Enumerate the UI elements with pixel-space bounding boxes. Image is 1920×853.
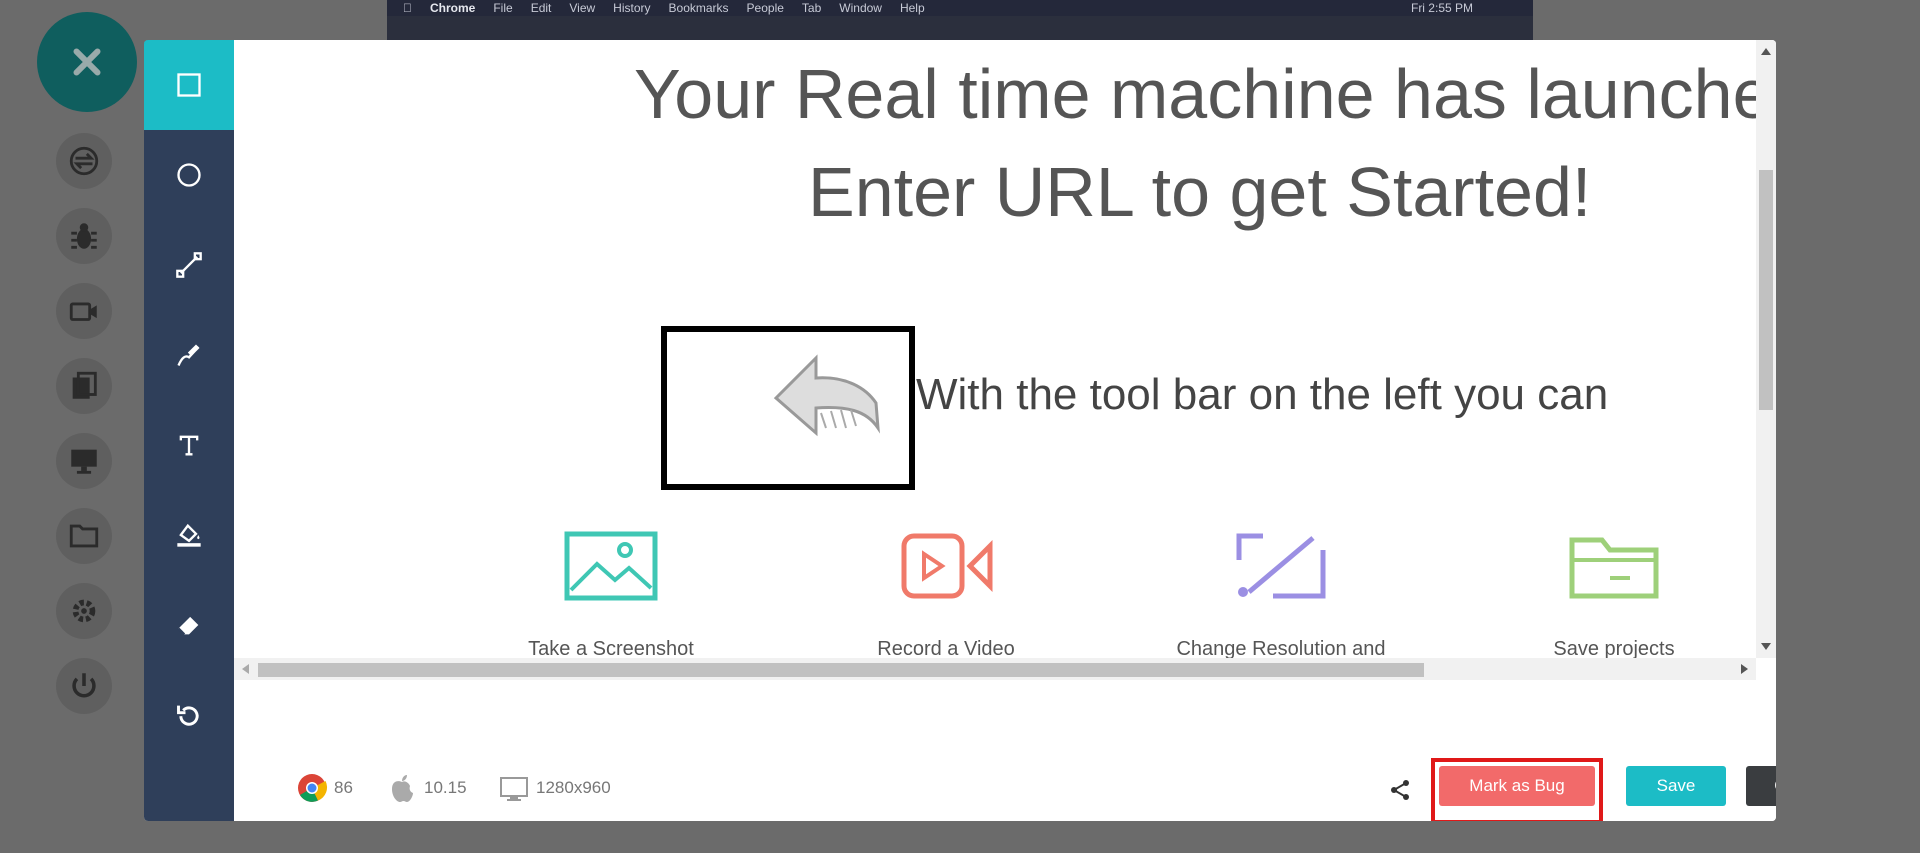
apple-icon: 	[403, 1, 412, 15]
curved-arrow-icon	[773, 354, 880, 437]
horizontal-scroll-thumb[interactable]	[258, 663, 1424, 677]
menubar-people: People	[737, 1, 784, 15]
pen-icon	[177, 344, 200, 366]
screenshot-canvas[interactable]: Your Real time machine has launched Ente…	[234, 40, 1776, 680]
tool-circle[interactable]	[144, 130, 234, 220]
tool-undo[interactable]	[144, 670, 234, 760]
os-version-info: 10.15	[386, 772, 467, 804]
scroll-right-icon[interactable]	[1741, 664, 1748, 674]
vertical-scrollbar[interactable]	[1756, 40, 1776, 658]
save-button[interactable]: Save	[1626, 766, 1726, 806]
folder-icon	[69, 524, 99, 548]
rectangle-icon	[177, 73, 201, 97]
menubar-tab: Tab	[792, 1, 821, 15]
toolbar-hint-text: With the tool bar on the left you can	[916, 370, 1609, 419]
menubar-help: Help	[890, 1, 925, 15]
screenshot-editor-modal: Your Real time machine has launched Ente…	[144, 40, 1776, 821]
feature-screenshot: Take a Screenshot	[501, 530, 721, 661]
resolution-icon	[1236, 533, 1326, 599]
share-icon	[1391, 780, 1409, 800]
browser-tabstrip	[387, 16, 1533, 42]
copy-button[interactable]	[56, 358, 112, 414]
scroll-down-icon[interactable]	[1761, 643, 1771, 650]
browser-version: 86	[334, 778, 353, 797]
line-icon	[176, 252, 202, 278]
page-headline: Your Real time machine has launched	[634, 55, 1776, 133]
menubar-edit: Edit	[521, 1, 552, 15]
menubar-app: Chrome	[421, 1, 475, 15]
circle-icon	[177, 163, 201, 187]
tool-pen[interactable]	[144, 310, 234, 400]
undo-icon	[177, 705, 199, 726]
editor-footer: 86 10.15 1280x960 Mark as Bug Save	[234, 680, 1776, 821]
mac-menubar:  Chrome File Edit View History Bookmark…	[387, 0, 1533, 16]
vertical-scroll-thumb[interactable]	[1759, 170, 1773, 410]
page-subheadline: Enter URL to get Started!	[808, 153, 1592, 231]
gear-icon	[72, 599, 96, 623]
annotation-tool-rail	[144, 40, 234, 821]
folder-button[interactable]	[56, 508, 112, 564]
feature-video: Record a Video	[836, 530, 1056, 661]
monitor-icon	[71, 449, 97, 474]
power-button[interactable]	[56, 658, 112, 714]
power-icon	[72, 673, 96, 698]
video-icon	[69, 302, 97, 321]
eraser-icon	[177, 616, 199, 636]
horizontal-scrollbar[interactable]	[234, 658, 1756, 680]
video-icon	[901, 533, 993, 599]
copy-icon	[72, 371, 97, 399]
os-version: 10.15	[424, 778, 467, 797]
scroll-up-icon[interactable]	[1761, 48, 1771, 55]
folder-icon	[1569, 537, 1659, 599]
tool-eraser[interactable]	[144, 580, 234, 670]
mark-as-bug-button[interactable]: Mark as Bug	[1439, 766, 1595, 806]
menubar-view: View	[560, 1, 595, 15]
tool-line[interactable]	[144, 220, 234, 310]
settings-button[interactable]	[56, 583, 112, 639]
close-button[interactable]: Close	[1746, 766, 1776, 806]
bug-icon	[71, 223, 97, 249]
fill-icon	[177, 523, 201, 547]
feature-save: Save projects	[1504, 530, 1724, 661]
close-session-button[interactable]	[37, 12, 137, 112]
browser-version-info: 86	[296, 772, 353, 804]
bug-button[interactable]	[56, 208, 112, 264]
apple-icon	[392, 775, 413, 802]
text-icon	[179, 435, 199, 456]
resolution-icon	[500, 777, 528, 801]
close-icon	[73, 48, 101, 76]
menubar-window: Window	[830, 1, 882, 15]
tool-text[interactable]	[144, 400, 234, 490]
video-button[interactable]	[56, 283, 112, 339]
scroll-left-icon[interactable]	[242, 664, 249, 674]
share-button[interactable]	[1384, 774, 1416, 806]
menubar-clock: Fri 2:55 PM	[1410, 1, 1473, 15]
resolution-info: 1280x960	[498, 772, 611, 804]
feature-resolution: Change Resolution and	[1171, 530, 1391, 661]
tool-fill[interactable]	[144, 490, 234, 580]
switch-icon	[69, 146, 99, 176]
chrome-icon	[298, 774, 328, 802]
menubar-bookmarks: Bookmarks	[659, 1, 729, 15]
menubar-history: History	[604, 1, 650, 15]
image-icon	[564, 531, 658, 601]
switch-button[interactable]	[56, 133, 112, 189]
resolution-value: 1280x960	[536, 778, 611, 797]
menubar-file: File	[484, 1, 512, 15]
monitor-button[interactable]	[56, 433, 112, 489]
tool-rectangle[interactable]	[144, 40, 234, 130]
